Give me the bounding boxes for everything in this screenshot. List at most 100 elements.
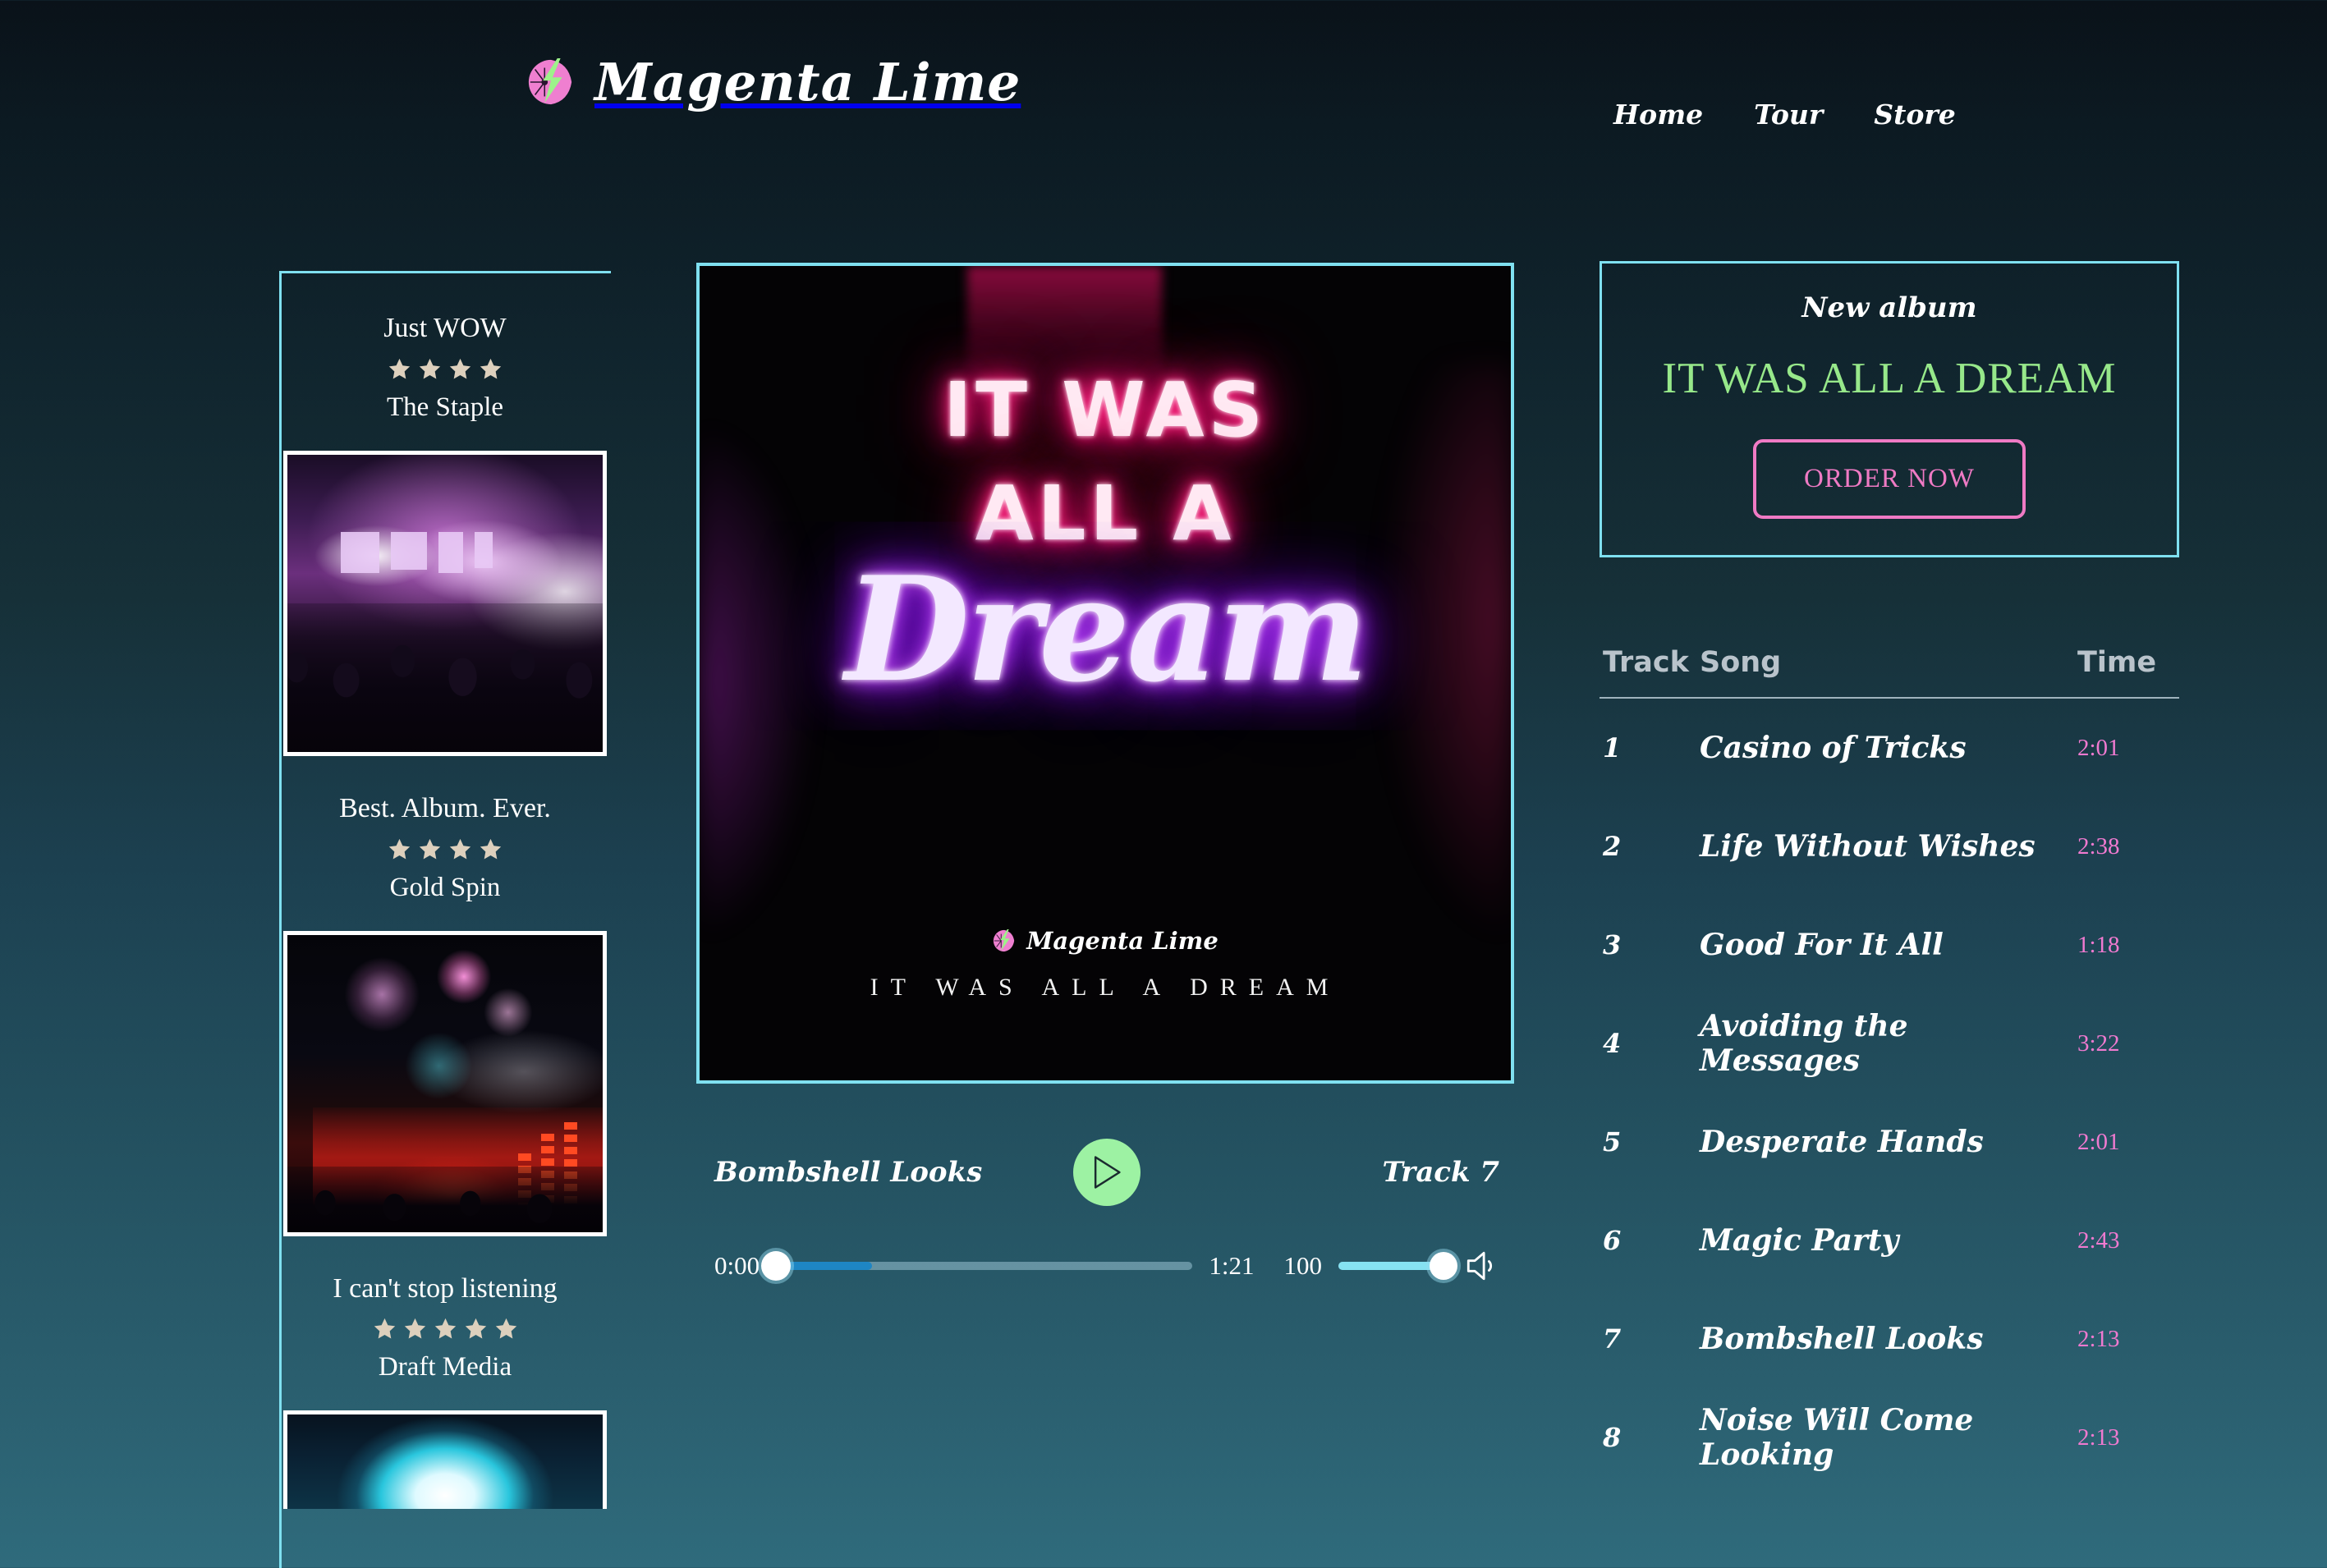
track-title: Noise Will Come Looking <box>1700 1403 2077 1472</box>
table-row[interactable]: 3 Good For It All 1:18 <box>1600 896 2179 994</box>
album-info-column: New album IT WAS ALL A DREAM ORDER NOW T… <box>1600 261 2179 1487</box>
nav-item-home[interactable]: Home <box>1613 99 1703 131</box>
star-icon <box>479 837 503 861</box>
review-title: I can't stop listening <box>279 1272 611 1306</box>
nav-item-tour[interactable]: Tour <box>1754 99 1823 131</box>
track-number: 5 <box>1603 1126 1700 1158</box>
star-icon <box>448 357 472 381</box>
volume-slider[interactable] <box>1338 1262 1443 1270</box>
brand-name: Magenta Lime <box>594 52 1021 112</box>
column-header-song: Song <box>1700 646 2077 679</box>
table-row[interactable]: 5 Desperate Hands 2:01 <box>1600 1093 2179 1191</box>
star-icon <box>403 1317 427 1341</box>
table-row[interactable]: 7 Bombshell Looks 2:13 <box>1600 1290 2179 1388</box>
review-source: Gold Spin <box>279 873 611 903</box>
total-time-label: 1:21 <box>1209 1251 1254 1281</box>
artwork-brand-name: Magenta Lime <box>1026 927 1219 955</box>
album-artwork: IT WAS ALL A Dream Magenta Lime IT WAS A… <box>696 263 1514 1084</box>
review-title: Best. Album. Ever. <box>279 792 611 826</box>
tracklist-header: Track Song Time <box>1600 646 2179 699</box>
neon-line-1: IT WAS <box>700 373 1511 448</box>
neon-line-2: ALL A <box>700 476 1511 552</box>
progress-bar-row: 0:00 1:21 100 <box>696 1248 1517 1284</box>
table-row[interactable]: 4 Avoiding the Messages 3:22 <box>1600 994 2179 1093</box>
review-item: Best. Album. Ever. Gold Spin <box>279 756 611 1236</box>
track-time: 2:13 <box>2077 1424 2176 1451</box>
star-icon <box>418 837 442 861</box>
track-number: 8 <box>1603 1422 1700 1453</box>
lime-slice-lightning-icon <box>992 928 1017 953</box>
review-item: I can't stop listening Draft Media <box>279 1236 611 1510</box>
track-title: Magic Party <box>1700 1223 2077 1258</box>
page-body: Just WOW The Staple Best. Album. Ever. <box>0 164 2327 1568</box>
review-item: Just WOW The Staple <box>279 271 611 756</box>
seek-slider[interactable] <box>776 1262 1192 1270</box>
track-number: 4 <box>1603 1028 1700 1059</box>
promo-album-title: IT WAS ALL A DREAM <box>1627 354 2152 403</box>
neon-sign: IT WAS ALL A Dream <box>700 373 1511 702</box>
table-row[interactable]: 8 Noise Will Come Looking 2:13 <box>1600 1388 2179 1487</box>
track-number: 7 <box>1603 1323 1700 1355</box>
artwork-credit: Magenta Lime IT WAS ALL A DREAM <box>700 927 1511 1002</box>
track-number: 1 <box>1603 732 1700 763</box>
track-number: 2 <box>1603 831 1700 862</box>
star-icon <box>434 1317 457 1341</box>
track-time: 2:43 <box>2077 1227 2176 1254</box>
artwork-brand: Magenta Lime <box>992 927 1219 955</box>
reviews-column: Just WOW The Staple Best. Album. Ever. <box>279 271 611 1509</box>
brand-logo-link[interactable]: Magenta Lime <box>526 52 1021 112</box>
volume-value-label: 100 <box>1284 1251 1323 1281</box>
track-time: 2:01 <box>2077 735 2176 762</box>
column-header-track: Track <box>1603 646 1700 679</box>
star-icon <box>464 1317 488 1341</box>
player-column: IT WAS ALL A Dream Magenta Lime IT WAS A… <box>696 263 1517 1284</box>
track-time: 2:38 <box>2077 833 2176 860</box>
track-number: 6 <box>1603 1225 1700 1256</box>
lime-slice-lightning-icon <box>526 57 576 108</box>
main-nav: Home Tour Store <box>1613 99 1956 131</box>
table-row[interactable]: 1 Casino of Tricks 2:01 <box>1600 699 2179 797</box>
review-title: Just WOW <box>279 312 611 346</box>
track-number: 3 <box>1603 929 1700 961</box>
track-time: 2:01 <box>2077 1129 2176 1156</box>
speaker-icon[interactable] <box>1463 1248 1499 1284</box>
table-row[interactable]: 6 Magic Party 2:43 <box>1600 1191 2179 1290</box>
track-title: Bombshell Looks <box>1700 1322 2077 1356</box>
new-album-promo: New album IT WAS ALL A DREAM ORDER NOW <box>1600 261 2179 557</box>
track-title: Good For It All <box>1700 928 2077 962</box>
current-time-label: 0:00 <box>714 1251 760 1281</box>
artwork-album-title: IT WAS ALL A DREAM <box>700 974 1511 1002</box>
review-photo-fireworks-stage <box>283 931 607 1236</box>
review-photo-light-burst <box>283 1410 607 1509</box>
order-now-button[interactable]: ORDER NOW <box>1753 439 2026 519</box>
play-button[interactable] <box>1073 1139 1141 1206</box>
star-icon <box>388 357 411 381</box>
track-title: Life Without Wishes <box>1700 829 2077 864</box>
play-triangle-icon <box>1091 1156 1122 1189</box>
table-row[interactable]: 2 Life Without Wishes 2:38 <box>1600 797 2179 896</box>
star-icon <box>448 837 472 861</box>
star-icon <box>494 1317 518 1341</box>
seek-thumb[interactable] <box>761 1251 791 1281</box>
review-rating <box>279 837 611 861</box>
track-title: Avoiding the Messages <box>1700 1009 2077 1078</box>
track-title: Casino of Tricks <box>1700 731 2077 765</box>
current-track-label: Track 7 <box>1382 1156 1499 1189</box>
review-photo-concert-crowd <box>283 451 607 756</box>
track-time: 2:13 <box>2077 1326 2176 1353</box>
star-icon <box>373 1317 397 1341</box>
column-header-time: Time <box>2077 646 2176 679</box>
review-source: Draft Media <box>279 1352 611 1382</box>
nav-item-store[interactable]: Store <box>1874 99 1955 131</box>
volume-thumb[interactable] <box>1430 1252 1457 1280</box>
review-rating <box>279 1317 611 1341</box>
now-playing-title: Bombshell Looks <box>714 1156 982 1189</box>
review-source: The Staple <box>279 392 611 423</box>
star-icon <box>388 837 411 861</box>
track-time: 1:18 <box>2077 932 2176 959</box>
star-icon <box>418 357 442 381</box>
track-title: Desperate Hands <box>1700 1125 2077 1159</box>
promo-kicker: New album <box>1627 291 2152 324</box>
transport-bar: Bombshell Looks Track 7 <box>696 1135 1517 1210</box>
neon-line-3: Dream <box>700 558 1511 702</box>
